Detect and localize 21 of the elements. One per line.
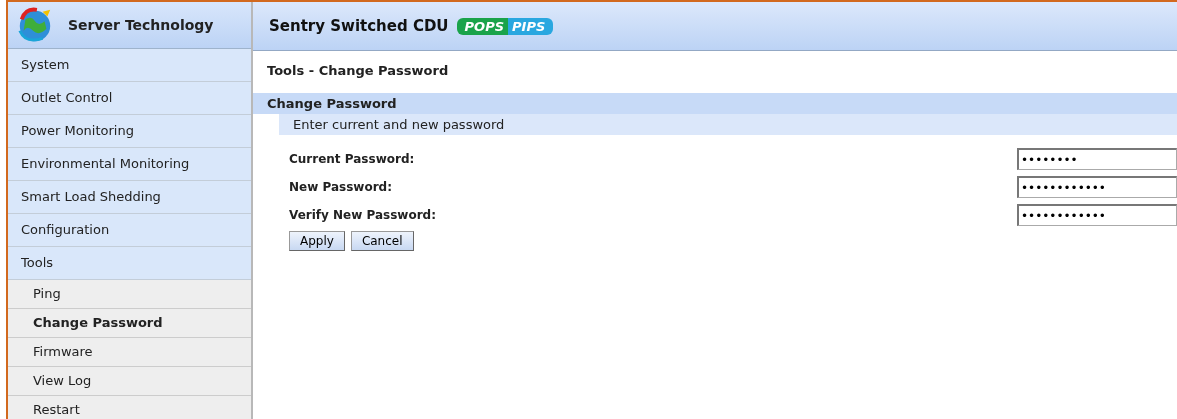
breadcrumb: Tools - Change Password [266,62,450,80]
section-title: Change Password [253,93,1177,114]
product-logo: POPS PIPS [456,17,554,35]
brand-name: Server Technology [68,17,214,33]
sidebar-item[interactable]: System [8,49,251,82]
field-label: New Password: [289,180,392,194]
sidebar-item[interactable]: Outlet Control [8,82,251,115]
sidebar-item[interactable]: Power Monitoring [8,115,251,148]
form-button[interactable]: Cancel [350,231,414,251]
sidebar-item[interactable]: Environmental Monitoring [8,148,251,181]
field-label: Verify New Password: [289,208,436,222]
section-subtitle: Enter current and new password [279,114,1177,135]
field-label: Current Password: [289,152,415,166]
form-button[interactable]: Apply [289,231,345,251]
product-title: Sentry Switched CDU [269,17,449,35]
password-field[interactable]: •••••••• [1017,148,1177,170]
password-field[interactable]: •••••••••••• [1017,204,1177,226]
password-field[interactable]: •••••••••••• [1017,176,1177,198]
sidebar-item[interactable]: Configuration [8,214,251,247]
sidebar-item[interactable]: Smart Load Shedding [8,181,251,214]
sidebar-item[interactable]: Tools [8,247,251,280]
